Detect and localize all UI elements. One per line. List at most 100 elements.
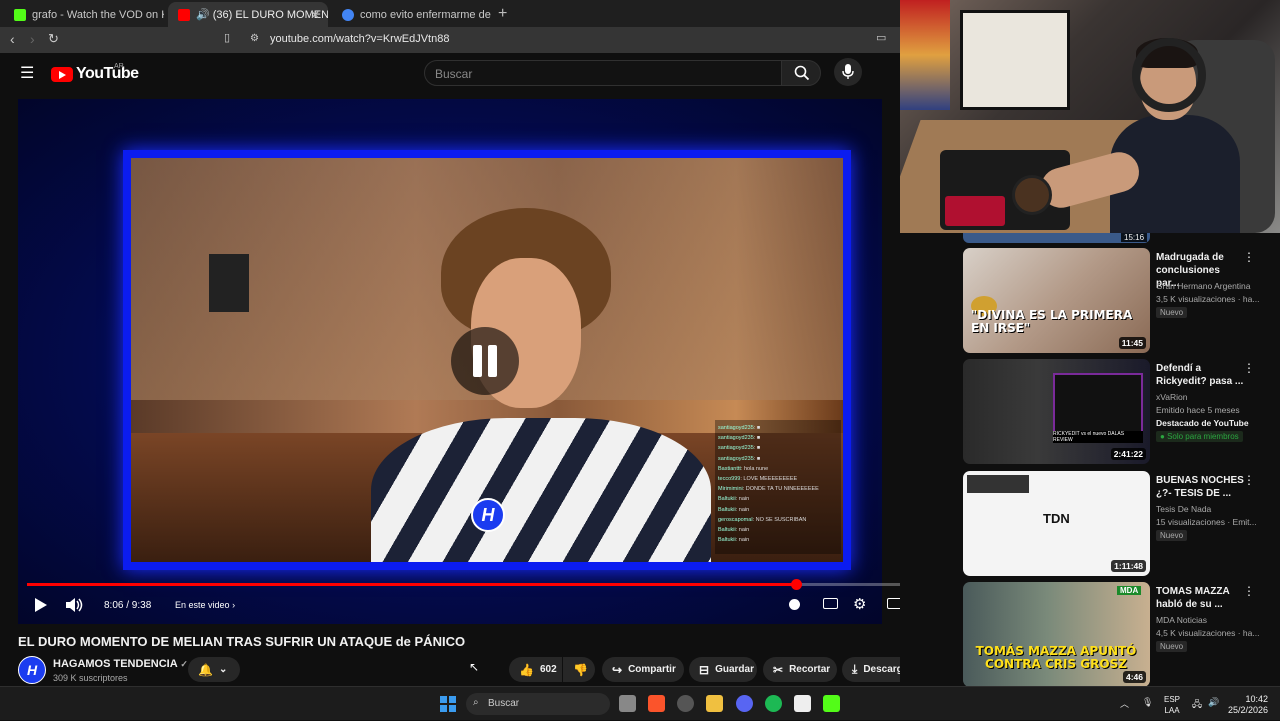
video-thumbnail[interactable]: MDA TOMÁS MAZZA APUNTÓ CONTRA CRIS GROSZ… — [963, 582, 1150, 687]
chat-message: : ■ — [753, 425, 761, 431]
like-button[interactable]: 👍 602 — [509, 657, 562, 682]
chevron-up-icon[interactable]: ︿ — [1120, 697, 1129, 710]
tab-title: como evito enfermarme de gripe - B — [360, 8, 492, 21]
browser-tab-bar: grafo - Watch the VOD on Kick 🔊 (36) EL … — [0, 0, 900, 27]
chat-username: Bastianttt — [718, 465, 741, 472]
chat-message: : ■ — [753, 455, 761, 462]
subtitles-icon[interactable] — [823, 598, 838, 609]
chapter-button[interactable]: En este video › — [175, 600, 235, 610]
chat-message: : nain — [735, 496, 750, 503]
forward-icon[interactable]: › — [30, 31, 35, 47]
play-icon[interactable] — [34, 598, 47, 612]
webcam-overlay — [900, 0, 1280, 233]
channel-name[interactable]: xVaRion — [1156, 392, 1188, 402]
start-button[interactable] — [440, 696, 456, 712]
chat-message: : ■ — [753, 445, 761, 452]
site-info-icon[interactable]: ⚙ — [250, 33, 259, 44]
microphone-icon[interactable]: 🎙 — [1142, 697, 1153, 708]
spotify-icon[interactable] — [765, 695, 782, 712]
tdn-logo: TDN — [1043, 511, 1070, 526]
video-thumbnail[interactable]: RICKYEDIT vs el nuevo DALAS REVIEW 2:41:… — [963, 359, 1150, 464]
video-title[interactable]: TOMAS MAZZA habló de su ... — [1156, 585, 1246, 611]
settings-icon[interactable]: ⚙ — [853, 595, 866, 613]
search-icon — [794, 65, 810, 81]
more-options-icon[interactable]: ⋮ — [1243, 473, 1255, 487]
chevron-down-icon: ⌄ — [218, 664, 228, 675]
recommendation-item[interactable]: RICKYEDIT vs el nuevo DALAS REVIEW 2:41:… — [963, 359, 1273, 464]
task-view-icon[interactable] — [619, 695, 636, 712]
more-options-icon[interactable]: ⋮ — [1243, 584, 1255, 598]
url-field[interactable]: youtube.com/watch?v=KrwEdJVtn88 — [270, 33, 449, 45]
video-player[interactable]: santiagoyd235: ■ santiagoyd235: ■ santiago… — [18, 99, 882, 624]
channel-name[interactable]: Gran Hermano Argentina — [1156, 281, 1251, 291]
search-input[interactable]: Buscar — [424, 60, 782, 86]
system-clock[interactable]: 10:42 25/2/2026 — [1228, 694, 1268, 716]
back-icon[interactable]: ‹ — [10, 31, 15, 47]
notification-button[interactable]: 🔔 ⌄ — [188, 657, 240, 682]
tab-title: grafo - Watch the VOD on Kick — [32, 8, 164, 21]
share-button[interactable]: ↪ Compartir — [602, 657, 684, 682]
chat-message: : nain — [735, 506, 750, 513]
clip-button[interactable]: ✂ Recortar — [763, 657, 837, 682]
recommendation-item[interactable]: MDA TOMÁS MAZZA APUNTÓ CONTRA CRIS GROSZ… — [963, 582, 1273, 687]
members-only-badge: ● Solo para miembros — [1156, 431, 1243, 442]
network-icon[interactable]: 🖧 — [1192, 697, 1202, 713]
channel-name[interactable]: HAGAMOS TENDENCIA ✓ — [53, 658, 188, 670]
volume-icon[interactable] — [66, 598, 84, 612]
app-icon[interactable] — [677, 695, 694, 712]
chat-message: : nain — [735, 527, 750, 534]
youtube-logo[interactable]: YouTube — [51, 65, 139, 83]
menu-icon[interactable]: ☰ — [20, 63, 34, 83]
autoplay-toggle[interactable] — [789, 599, 800, 610]
channel-name[interactable]: Tesis De Nada — [1156, 504, 1211, 514]
tab-google[interactable]: como evito enfermarme de gripe - B — [332, 2, 492, 27]
chat-line: tecco999: LOVE MEEEEEEEEE — [718, 474, 838, 484]
tab-kick[interactable]: grafo - Watch the VOD on Kick — [4, 2, 164, 27]
recommendation-item[interactable]: TDN 1:11:48 BUENAS NOCHES ¿?- TESIS DE .… — [963, 471, 1273, 576]
new-tab-button[interactable]: + — [498, 5, 507, 23]
kick-icon[interactable] — [823, 695, 840, 712]
more-options-icon[interactable]: ⋮ — [1243, 250, 1255, 264]
speaker-icon[interactable]: 🔊 — [1208, 697, 1219, 708]
video-thumbnail[interactable]: TDN 1:11:48 — [963, 471, 1150, 576]
discord-icon[interactable] — [736, 695, 753, 712]
new-badge: Nuevo — [1156, 641, 1188, 652]
install-app-icon[interactable]: ▭ — [876, 31, 886, 44]
video-title[interactable]: BUENAS NOCHES ¿?- TESIS DE ... — [1156, 474, 1246, 500]
save-button[interactable]: ⊟ Guardar — [689, 657, 757, 682]
video-title[interactable]: Defendí a Rickyedit? pasa ... — [1156, 362, 1246, 388]
progress-bar[interactable] — [27, 579, 943, 590]
time-display: 8:06 / 9:38 — [104, 600, 152, 611]
tab-youtube[interactable]: 🔊 (36) EL DURO MOMENTO DE ✕ — [168, 2, 328, 27]
recommendation-item[interactable]: "DIVINA ES LA PRIMERA EN IRSE" 11:45 Mad… — [963, 248, 1273, 353]
davinci-icon[interactable] — [794, 695, 811, 712]
search-button[interactable] — [781, 60, 821, 86]
file-explorer-icon[interactable] — [706, 695, 723, 712]
chat-username: santiagoyd235 — [718, 425, 754, 431]
brave-browser-icon[interactable] — [648, 695, 665, 712]
channel-name[interactable]: MDA Noticias — [1156, 615, 1207, 625]
chat-username: tecco999 — [718, 476, 741, 483]
google-favicon-icon — [342, 8, 354, 21]
chat-username: Baltukii — [718, 496, 736, 503]
channel-avatar[interactable]: H — [18, 656, 46, 684]
clock-date: 25/2/2026 — [1228, 705, 1269, 715]
taskbar-search[interactable]: ⌕ Buscar — [466, 693, 610, 715]
microphone-icon — [842, 64, 854, 79]
keyboard — [945, 196, 1005, 226]
close-tab-icon[interactable]: ✕ — [310, 8, 320, 22]
pause-overlay-icon[interactable] — [451, 327, 519, 395]
chat-line: Bastianttt: hola nune — [718, 464, 838, 474]
voice-search-button[interactable] — [834, 58, 862, 86]
language-indicator[interactable]: ESP LAA — [1164, 694, 1180, 716]
share-label: Compartir — [628, 664, 676, 675]
video-thumbnail[interactable]: "DIVINA ES LA PRIMERA EN IRSE" 11:45 — [963, 248, 1150, 353]
reload-icon[interactable]: ↻ — [48, 31, 59, 47]
dislike-button[interactable]: 👎 — [563, 657, 595, 682]
bookmark-icon[interactable]: ▯ — [224, 31, 230, 44]
featured-label: Destacado de YouTube — [1156, 418, 1249, 428]
chat-message: : NO SE SUSCRIBAN — [752, 516, 807, 523]
thumbs-up-icon: 👍 — [519, 662, 534, 677]
more-options-icon[interactable]: ⋮ — [1243, 361, 1255, 375]
thumbnail-caption: TOMÁS MAZZA APUNTÓ CONTRA CRIS GROSZ — [975, 644, 1137, 671]
